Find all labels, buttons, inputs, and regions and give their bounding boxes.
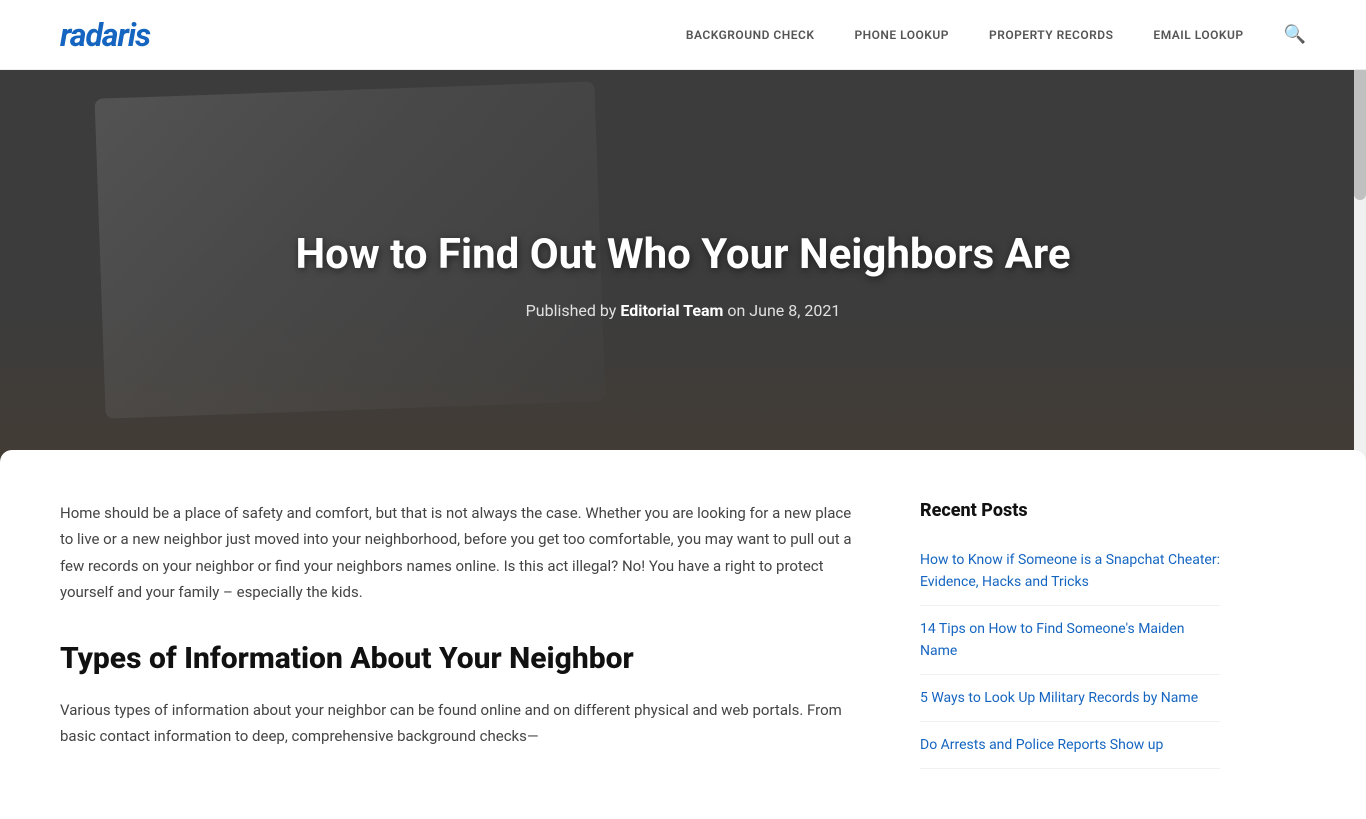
hero-section: How to Find Out Who Your Neighbors Are P…	[0, 70, 1366, 480]
article: Home should be a place of safety and com…	[60, 500, 920, 769]
sidebar-post-military[interactable]: 5 Ways to Look Up Military Records by Na…	[920, 690, 1198, 706]
article-body: Various types of information about your …	[60, 697, 860, 750]
meta-date-prefix: on	[723, 301, 749, 320]
sidebar-posts-list: How to Know if Someone is a Snapchat Che…	[920, 537, 1220, 769]
meta-author: Editorial Team	[620, 301, 723, 320]
sidebar-post-snapchat[interactable]: How to Know if Someone is a Snapchat Che…	[920, 552, 1220, 590]
nav-email-lookup[interactable]: EMAIL LOOKUP	[1153, 28, 1243, 42]
article-intro: Home should be a place of safety and com…	[60, 500, 860, 605]
hero-content: How to Find Out Who Your Neighbors Are P…	[255, 230, 1110, 319]
list-item: 14 Tips on How to Find Someone's Maiden …	[920, 606, 1220, 675]
nav-background-check[interactable]: BACKGROUND CHECK	[686, 28, 815, 42]
site-header: radaris BACKGROUND CHECK PHONE LOOKUP PR…	[0, 0, 1366, 70]
search-icon[interactable]: 🔍	[1284, 24, 1306, 45]
hero-meta: Published by Editorial Team on June 8, 2…	[295, 301, 1070, 320]
sidebar-post-maiden-name[interactable]: 14 Tips on How to Find Someone's Maiden …	[920, 621, 1184, 659]
list-item: How to Know if Someone is a Snapchat Che…	[920, 537, 1220, 606]
article-section-title: Types of Information About Your Neighbor	[60, 641, 860, 677]
meta-prefix: Published by	[526, 301, 621, 320]
sidebar-post-arrests[interactable]: Do Arrests and Police Reports Show up	[920, 737, 1163, 753]
main-wrapper: Home should be a place of safety and com…	[0, 450, 1366, 819]
meta-date: June 8, 2021	[749, 301, 840, 320]
nav-property-records[interactable]: PROPERTY RECORDS	[989, 28, 1113, 42]
hero-title: How to Find Out Who Your Neighbors Are	[295, 230, 1070, 280]
site-logo[interactable]: radaris	[60, 16, 150, 54]
list-item: 5 Ways to Look Up Military Records by Na…	[920, 675, 1220, 722]
main-nav: BACKGROUND CHECK PHONE LOOKUP PROPERTY R…	[686, 24, 1306, 45]
sidebar: Recent Posts How to Know if Someone is a…	[920, 500, 1220, 769]
nav-phone-lookup[interactable]: PHONE LOOKUP	[854, 28, 949, 42]
list-item: Do Arrests and Police Reports Show up	[920, 722, 1220, 769]
sidebar-section-title: Recent Posts	[920, 500, 1220, 521]
